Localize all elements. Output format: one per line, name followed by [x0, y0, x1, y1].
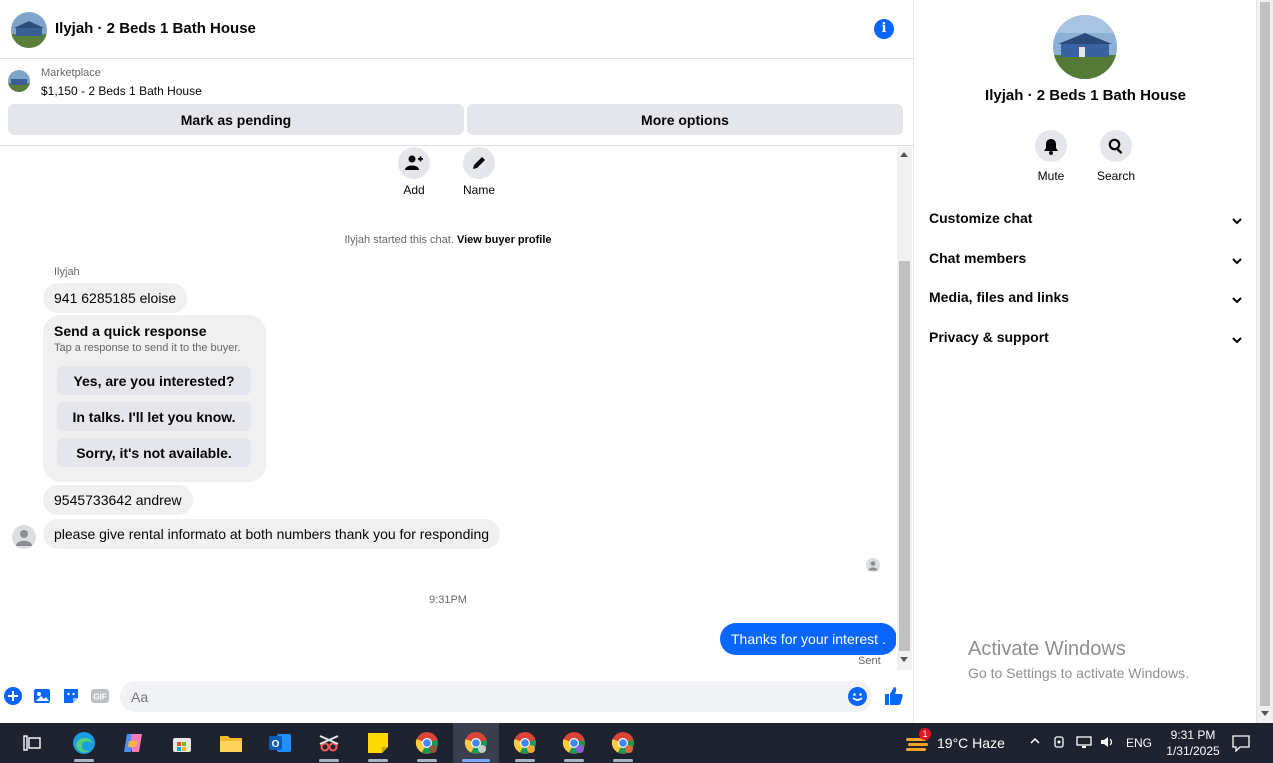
mute-button[interactable]: Mute: [1021, 130, 1081, 183]
chat-header: Ilyjah · 2 Beds 1 Bath House i: [0, 0, 914, 59]
chrome-profile-icon[interactable]: [502, 723, 548, 763]
message-composer: GIF: [0, 676, 914, 720]
listing-thumbnail[interactable]: [8, 70, 30, 92]
chrome-profile-icon[interactable]: [600, 723, 646, 763]
chat-panel: Ilyjah · 2 Beds 1 Bath House i Marketpla…: [0, 0, 914, 723]
system-clock[interactable]: 9:31 PM 1/31/2025: [1160, 727, 1226, 759]
microsoft-store-icon[interactable]: [159, 723, 205, 763]
weather-alert-badge: 1: [919, 728, 931, 740]
details-title: Ilyjah · 2 Beds 1 Bath House: [985, 87, 1186, 104]
task-view-icon[interactable]: [9, 723, 55, 763]
message-bubble[interactable]: 941 6285185 eloise: [43, 283, 188, 313]
photo-icon[interactable]: [32, 686, 52, 706]
file-explorer-icon[interactable]: [208, 723, 254, 763]
sender-avatar[interactable]: [12, 525, 36, 549]
windows-taskbar: O 1 19°C Haze ENG 9:31 PM 1/31/2025: [0, 723, 1273, 763]
edge-browser-icon[interactable]: [61, 723, 107, 763]
view-buyer-profile-link[interactable]: View buyer profile: [457, 234, 552, 246]
media-files-links-section[interactable]: Media, files and links: [929, 285, 1243, 309]
pencil-icon: [463, 147, 495, 179]
scroll-up-arrow[interactable]: [900, 152, 908, 157]
svg-text:O: O: [272, 739, 280, 750]
show-hidden-icons-chevron-up-icon[interactable]: [1029, 735, 1041, 750]
emoji-icon[interactable]: [848, 687, 867, 706]
outlook-icon[interactable]: O: [257, 723, 303, 763]
quick-response-subtitle: Tap a response to send it to the buyer.: [54, 342, 241, 354]
chrome-icon[interactable]: [404, 723, 450, 763]
page-scroll-thumb[interactable]: [1260, 2, 1270, 706]
messenger-window: Ilyjah · 2 Beds 1 Bath House i Marketpla…: [0, 0, 1273, 723]
message-timestamp: 9:31PM: [429, 594, 467, 606]
page-scroll-down-arrow[interactable]: [1261, 711, 1269, 716]
listing-price-title[interactable]: $1,150 - 2 Beds 1 Bath House: [41, 84, 202, 98]
marketplace-label: Marketplace: [41, 67, 101, 79]
scroll-down-arrow[interactable]: [900, 657, 908, 662]
quick-response-title: Send a quick response: [54, 323, 207, 339]
message-input[interactable]: [120, 681, 872, 712]
search-icon: [1100, 130, 1132, 162]
seen-indicator-avatar: [866, 558, 880, 572]
chat-started-notice: Ilyjah started this chat. View buyer pro…: [344, 234, 552, 246]
quick-response-option[interactable]: Yes, are you interested?: [57, 366, 251, 395]
snipping-tool-icon[interactable]: [306, 723, 352, 763]
message-bubble[interactable]: 9545733642 andrew: [43, 485, 193, 515]
sender-name: Ilyjah: [54, 266, 80, 278]
outgoing-message-bubble[interactable]: Thanks for your interest .: [720, 623, 896, 655]
marketplace-listing-bar: Marketplace $1,150 - 2 Beds 1 Bath House…: [0, 60, 914, 146]
bell-icon: [1035, 130, 1067, 162]
listing-avatar[interactable]: [11, 12, 47, 48]
weather-widget[interactable]: 1 19°C Haze: [905, 723, 1005, 763]
chevron-down-icon: [1231, 210, 1243, 234]
chat-members-section[interactable]: Chat members: [929, 246, 1243, 270]
add-action[interactable]: Add: [384, 147, 444, 197]
messages-scrollbar[interactable]: [897, 147, 912, 670]
notifications-icon[interactable]: [1232, 734, 1250, 755]
chevron-down-icon: [1231, 289, 1243, 313]
add-label: Add: [403, 183, 425, 197]
quick-response-card: Send a quick response Tap a response to …: [43, 315, 266, 482]
message-list: Add Name Ilyjah started this chat. View …: [0, 147, 896, 670]
copilot-icon[interactable]: [110, 723, 156, 763]
volume-icon[interactable]: [1100, 735, 1116, 752]
chrome-profile-icon[interactable]: [551, 723, 597, 763]
svg-text:GIF: GIF: [93, 693, 106, 702]
message-bubble[interactable]: please give rental informato at both num…: [43, 519, 501, 549]
gif-icon[interactable]: GIF: [90, 686, 110, 706]
weather-text: 19°C Haze: [937, 735, 1005, 751]
mark-as-pending-button[interactable]: Mark as pending: [8, 104, 464, 135]
name-action[interactable]: Name: [449, 147, 509, 197]
quick-response-option[interactable]: Sorry, it's not available.: [57, 438, 251, 467]
search-button[interactable]: Search: [1086, 130, 1146, 183]
quick-response-option[interactable]: In talks. I'll let you know.: [57, 402, 251, 431]
listing-photo[interactable]: [1053, 15, 1117, 79]
network-icon[interactable]: [1076, 735, 1092, 752]
add-person-icon: [398, 147, 430, 179]
search-label: Search: [1096, 169, 1136, 183]
input-language-indicator[interactable]: ENG: [1126, 736, 1152, 750]
more-options-button[interactable]: More options: [467, 104, 903, 135]
chat-details-panel: Ilyjah · 2 Beds 1 Bath House Mute Search…: [915, 0, 1256, 723]
name-label: Name: [462, 183, 495, 197]
plus-icon[interactable]: [3, 686, 23, 706]
info-icon[interactable]: i: [874, 19, 894, 39]
meet-now-icon[interactable]: [1053, 735, 1067, 752]
privacy-support-section[interactable]: Privacy & support: [929, 325, 1243, 349]
mute-label: Mute: [1037, 169, 1065, 183]
activate-windows-watermark: Activate Windows Go to Settings to activ…: [968, 638, 1189, 681]
weather-icon: 1: [905, 728, 931, 754]
page-scrollbar[interactable]: [1256, 0, 1273, 723]
chevron-down-icon: [1231, 329, 1243, 353]
thumbs-up-icon[interactable]: [884, 686, 904, 706]
customize-chat-section[interactable]: Customize chat: [929, 206, 1243, 230]
chrome-icon-active[interactable]: [453, 723, 499, 763]
scroll-thumb[interactable]: [899, 261, 910, 651]
chat-title[interactable]: Ilyjah · 2 Beds 1 Bath House: [55, 20, 256, 37]
sticky-notes-icon[interactable]: [355, 723, 401, 763]
sent-status: Sent: [858, 655, 881, 667]
chevron-down-icon: [1231, 250, 1243, 274]
sticker-icon[interactable]: [61, 686, 81, 706]
